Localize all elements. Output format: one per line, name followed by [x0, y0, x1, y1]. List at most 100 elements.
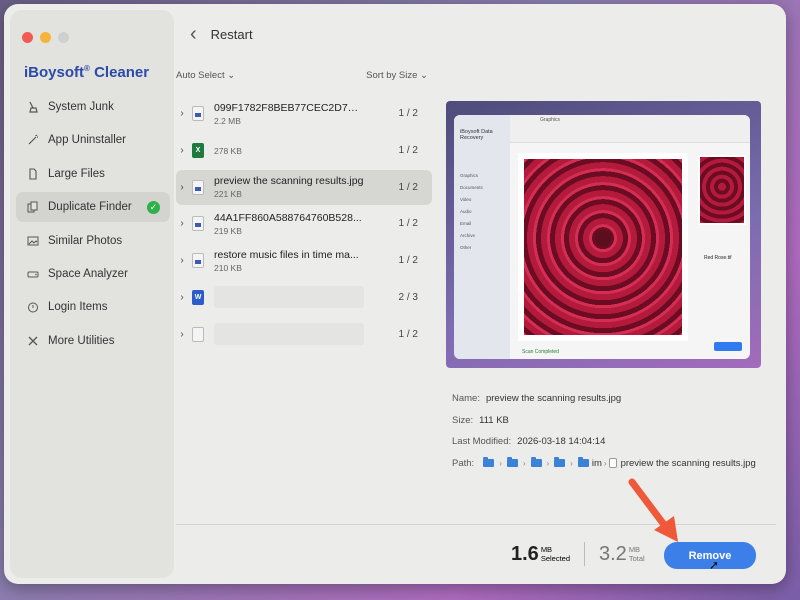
file-info: 278 KB [214, 144, 378, 156]
photo-icon [26, 234, 40, 248]
folder-icon[interactable] [483, 457, 495, 468]
preview-toolbar: Graphics [510, 115, 750, 143]
header: ‹ Restart [190, 24, 253, 44]
total-unit: MB [628, 545, 641, 554]
sidebar-item-duplicate-finder[interactable]: Duplicate Finder ✓ [16, 192, 170, 223]
file-size: 2.2 MB [214, 115, 241, 126]
sidebar-item-label: Large Files [48, 167, 105, 180]
file-details: Name: preview the scanning results.jpg S… [452, 388, 756, 474]
file-row[interactable]: › preview the scanning results.jpg 221 K… [176, 169, 432, 205]
sidebar-item-login-items[interactable]: Login Items [16, 292, 170, 322]
sidebar-item-label: Space Analyzer [48, 267, 128, 280]
footer-divider [176, 524, 776, 525]
sidebar-item-system-junk[interactable]: System Junk [16, 92, 170, 122]
preview-sidebar-item: Video [460, 197, 472, 202]
sidebar-item-large-files[interactable]: Large Files [16, 159, 170, 189]
file-info [214, 323, 378, 346]
preview-screenshot: iBoysoft Data Recovery Graphics Document… [454, 115, 750, 359]
selected-caption: MB Selected [541, 545, 570, 563]
file-icon [26, 167, 40, 181]
rose-thumbnail [698, 155, 746, 225]
total-size: 3.2 [599, 542, 627, 565]
file-name: restore music files in time ma... [214, 248, 359, 261]
preview-sidebar: iBoysoft Data Recovery Graphics Document… [454, 115, 510, 359]
sort-dropdown[interactable]: Sort by Size ⌄ [366, 70, 428, 81]
modified-value: 2026-03-18 14:04:14 [517, 436, 606, 448]
duplicate-icon [26, 200, 40, 214]
expand-chevron-icon[interactable]: › [176, 329, 188, 340]
sidebar-item-similar-photos[interactable]: Similar Photos [16, 226, 170, 256]
expand-chevron-icon[interactable]: › [176, 108, 188, 119]
check-icon: ✓ [147, 200, 160, 214]
word-document-icon: W [192, 289, 204, 305]
file-size: 219 KB [214, 225, 242, 236]
duplicate-count: 1 / 2 [398, 328, 418, 340]
preview-sidebar-item: Audio [460, 209, 472, 214]
back-button[interactable]: ‹ [190, 24, 197, 44]
duplicate-count: 1 / 2 [398, 218, 418, 230]
name-label: Name: [452, 393, 480, 405]
preview-sidebar-item: Archive [460, 233, 476, 238]
preview-sidebar-item: Documents [460, 185, 483, 190]
redacted-filename [214, 286, 364, 309]
file-row[interactable]: › 1 / 2 [176, 317, 432, 352]
minimize-window-button[interactable] [40, 32, 51, 43]
file-row[interactable]: › restore music files in time ma... 210 … [176, 243, 432, 278]
sidebar-item-label: Login Items [48, 301, 108, 314]
sidebar-item-app-uninstaller[interactable]: App Uninstaller [16, 125, 170, 155]
expand-chevron-icon[interactable]: › [176, 218, 188, 229]
wand-icon [26, 133, 40, 147]
expand-chevron-icon[interactable]: › [176, 145, 188, 156]
size-label: Size: [452, 414, 474, 426]
app-name: iBoysoft [24, 64, 84, 81]
folder-icon[interactable] [554, 457, 566, 468]
name-row: Name: preview the scanning results.jpg [452, 388, 756, 410]
file-icon [192, 216, 204, 232]
image-file-icon [608, 458, 617, 469]
file-info: preview the scanning results.jpg 221 KB [214, 175, 378, 199]
sidebar-item-more-utilities[interactable]: More Utilities [16, 326, 170, 356]
scan-status: Scan Completed [522, 349, 559, 355]
file-info [214, 286, 378, 309]
list-controls: Auto Select ⌄ Sort by Size ⌄ [176, 70, 428, 81]
folder-icon[interactable] [530, 457, 542, 468]
total-caption: MB Total [629, 545, 645, 563]
file-info: 44A1FF860A588764760B528... 219 KB [214, 212, 378, 236]
name-value: preview the scanning results.jpg [485, 393, 622, 405]
file-icon [192, 253, 204, 269]
zoom-window-button[interactable] [58, 32, 69, 43]
preview-sidebar-item: Graphics [460, 173, 479, 178]
file-row[interactable]: › 099F1782F8BEB77CEC2D7BB... 2.2 MB 1 / … [176, 96, 432, 131]
file-name: 099F1782F8BEB77CEC2D7BB... [214, 101, 364, 114]
preview-tab: Graphics [540, 117, 561, 123]
file-name: 44A1FF860A588764760B528... [214, 211, 362, 224]
sidebar-item-label: System Junk [48, 101, 114, 113]
expand-chevron-icon[interactable]: › [176, 182, 188, 193]
file-row[interactable]: › X 278 KB 1 / 2 [176, 133, 432, 168]
file-row[interactable]: › W 2 / 3 [176, 280, 432, 315]
file-preview: iBoysoft Data Recovery Graphics Document… [446, 101, 761, 368]
folder-icon[interactable] [577, 457, 589, 468]
broom-icon [26, 100, 40, 114]
file-size: 221 KB [214, 189, 242, 200]
file-name: preview the scanning results.jpg [214, 175, 364, 188]
sidebar-item-space-analyzer[interactable]: Space Analyzer [16, 259, 170, 289]
redacted-filename [214, 323, 364, 346]
expand-chevron-icon[interactable]: › [176, 292, 188, 303]
close-window-button[interactable] [22, 32, 33, 43]
sidebar-item-label: App Uninstaller [48, 134, 126, 147]
sidebar-item-label: More Utilities [48, 334, 115, 347]
folder-icon[interactable] [506, 457, 518, 468]
preview-sidebar-item: Other [460, 245, 472, 250]
expand-chevron-icon[interactable]: › [176, 255, 188, 266]
pointer-arrow-icon [628, 478, 678, 542]
path-file-name: preview the scanning results.jpg [620, 457, 756, 469]
file-row[interactable]: › 44A1FF860A588764760B528... 219 KB 1 / … [176, 206, 432, 241]
file-icon [192, 179, 204, 195]
sidebar: iBoysoft® Cleaner System Junk App Uninst… [10, 10, 174, 578]
traffic-lights [22, 32, 69, 43]
auto-select-dropdown[interactable]: Auto Select ⌄ [176, 70, 235, 81]
drive-icon [26, 267, 40, 281]
sidebar-item-label: Duplicate Finder [48, 201, 132, 214]
path-label: Path: [452, 457, 475, 469]
